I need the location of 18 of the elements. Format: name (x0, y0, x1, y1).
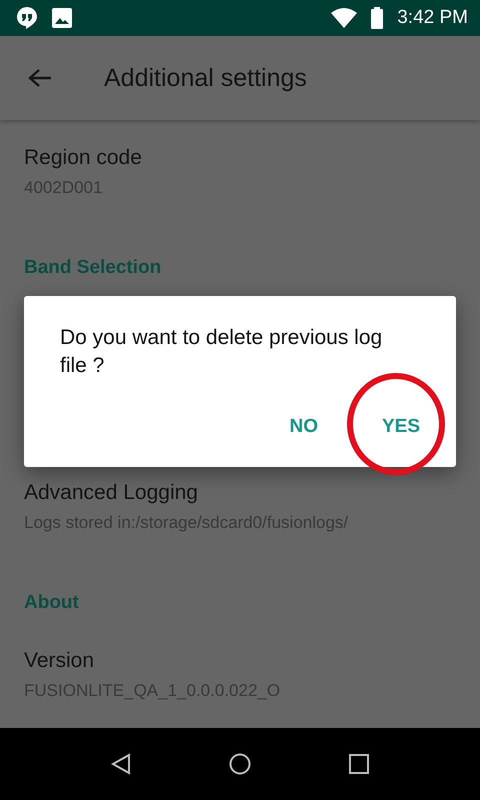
home-icon[interactable] (229, 753, 251, 775)
clock-time: 3:42 PM (397, 7, 468, 29)
section-header: Band Selection (24, 256, 162, 280)
battery-icon (371, 7, 384, 29)
wifi-icon (331, 8, 358, 28)
screen-title: Additional settings (104, 64, 307, 92)
section-header: About (24, 591, 80, 615)
image-icon (52, 8, 72, 28)
dialog-message: Do you want to delete previous log file ? (60, 325, 384, 379)
setting-title[interactable]: Region code (24, 144, 480, 172)
recents-icon[interactable] (349, 754, 369, 774)
setting-title[interactable]: Advanced Logging (24, 479, 480, 507)
back-icon[interactable] (111, 753, 131, 775)
back-arrow-icon[interactable] (28, 68, 52, 88)
setting-title[interactable]: Version (24, 647, 480, 675)
dialog-button[interactable]: YES (374, 410, 428, 444)
dialog-button[interactable]: NO (281, 410, 326, 444)
chat-bubble-icon (16, 6, 38, 30)
